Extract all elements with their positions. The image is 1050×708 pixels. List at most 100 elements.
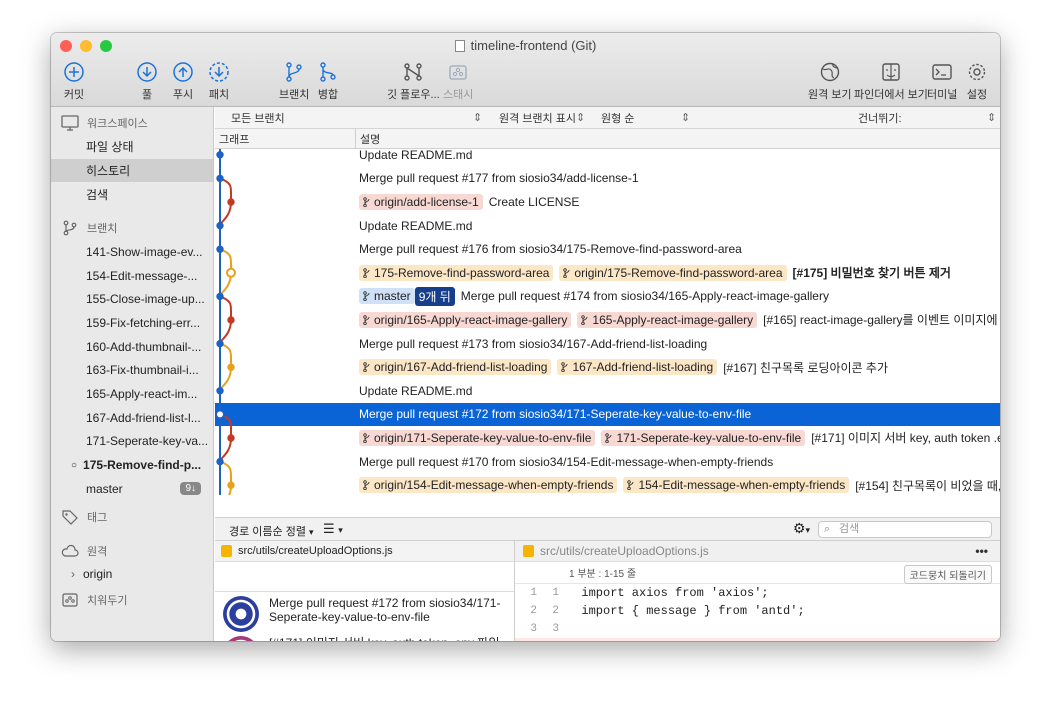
revert-hunk-button[interactable]: 코드뭉치 되돌리기 [903,565,992,584]
sidebar-item-branch[interactable]: 165-Apply-react-im... [51,382,213,406]
sidebar-item-branch[interactable]: 167-Add-friend-list-l... [51,406,213,430]
commit-message: Merge pull request #176 from siosio34/17… [359,242,742,257]
commit-list-item[interactable]: Merge pull request #172 from siosio34/17… [215,594,514,634]
stash-icon [62,593,78,607]
list-view-icon[interactable]: ☰ ▾ [323,521,343,537]
finder-view-button[interactable]: 파인더에서 보기 [854,61,928,102]
chevron-updown-icon: ⇕ [681,112,691,124]
gear-icon[interactable]: ⚙▾ [793,520,810,537]
commit-message: [#171] 이미지 서버 key, auth token .env 파일로 분… [269,636,506,641]
commit-node[interactable] [216,292,224,301]
changed-file-row[interactable]: src/utils/createUploadOptions.js [215,541,514,562]
monitor-icon [61,115,79,131]
diff-line[interactable]: 2 2 import { message } from 'antd'; [515,602,1000,620]
branch-label[interactable]: origin/165-Apply-react-image-gallery [359,311,572,328]
sidebar-item-branch[interactable]: ○ 175-Remove-find-p... [51,453,213,477]
fetch-icon [209,62,229,82]
commit-node[interactable] [216,245,224,253]
filter-bar: 모든 브랜치 ⇕ 원격 브랜치 표시 ⇕ 원형 순 ⇕ 건너뛰기: ⇕ [215,107,1000,129]
sidebar-item-branch[interactable]: 163-Fix-thumbnail-i... [51,359,213,383]
branch-label[interactable]: 175-Remove-find-password-area [359,264,554,281]
search-input[interactable]: ⌕ 검색 [818,521,992,538]
behind-count-badge: 9↓ [180,482,201,496]
commit-graph [215,149,236,495]
commit-node[interactable] [226,267,236,278]
commit-message: Merge pull request #172 from siosio34/17… [269,596,501,624]
branch-label[interactable]: origin/154-Edit-message-when-empty-frien… [359,477,618,494]
settings-button[interactable]: 설정 [966,61,988,102]
commit-message: Merge pull request #177 from siosio34/ad… [359,171,639,186]
sidebar-item-branch[interactable]: 141-Show-image-ev... [51,240,213,264]
branch-label[interactable]: origin/167-Add-friend-list-loading [359,359,552,376]
diff-line[interactable]: 1 1 import axios from 'axios'; [515,584,1000,602]
commit-node[interactable] [216,151,224,159]
commit-node[interactable] [227,434,235,442]
stashes-header[interactable]: 치워두기 [51,588,213,612]
line-number: 3 [552,623,559,635]
sidebar-item-history[interactable]: 히스토리 [51,158,213,183]
diff-line[interactable]: 33 [515,620,1000,638]
commit-node[interactable] [227,481,235,489]
branch-label[interactable]: 154-Edit-message-when-empty-friends [623,477,850,494]
sidebar-item-branch[interactable]: 159-Fix-fetching-err... [51,311,213,335]
commit-node[interactable] [216,339,224,348]
commit-node[interactable] [227,316,235,324]
hunk-header: 1 부분 : 1-15 줄 코드뭉치 되돌리기 [515,562,1000,584]
commit-node[interactable] [216,174,224,183]
branch-label[interactable]: master [359,288,415,305]
branch-label[interactable]: 165-Apply-react-image-gallery [577,311,758,328]
order-select[interactable]: 원형 순 [601,110,634,126]
commit-button[interactable]: 커밋 [63,61,85,102]
document-icon [454,40,465,52]
remotes-header[interactable]: 원격 [51,539,213,563]
diff-line[interactable]: 4- const imageServerUrl = 'https://api-i… [515,638,1000,641]
commit-node[interactable] [215,409,225,420]
commit-list-item[interactable]: [#171] 이미지 서버 key, auth token .env 파일로 분… [215,634,514,641]
sidebar-item-branch[interactable]: 171-Seperate-key-va... [51,430,213,454]
avatar [223,636,259,641]
sidebar-item-search[interactable]: 검색 [51,182,213,206]
finder-icon [882,63,900,81]
graph-column-header[interactable]: 그래프 [219,131,249,147]
branch-label[interactable]: origin/171-Seperate-key-value-to-env-fil… [359,429,596,446]
commit-node[interactable] [227,363,235,371]
commit-node[interactable] [216,457,224,466]
branch-button[interactable]: 브랜치 [279,61,309,102]
push-button[interactable]: 푸시 [172,61,194,102]
behind-count-badge[interactable]: 9개 뒤 [414,286,455,306]
sidebar-item-branch[interactable]: master 9↓ [51,477,213,501]
sidebar-item-branch[interactable]: 154-Edit-message-... [51,264,213,288]
branch-label[interactable]: 171-Seperate-key-value-to-env-file [601,429,806,446]
sidebar-item-origin[interactable]: › origin [51,563,213,587]
fetch-button[interactable]: 패치 [208,61,230,102]
commit-message: Update README.md [359,149,473,162]
gitflow-button[interactable]: 깃 플로우... [387,61,440,102]
sidebar-item-file-status[interactable]: 파일 상태 [51,135,213,159]
diff-code: import { message } from 'antd'; [567,604,805,618]
more-options-icon[interactable]: ••• [975,544,988,558]
commit-node[interactable] [216,221,224,230]
sort-select[interactable]: 경로 이름순 정렬 ▾ [229,523,314,539]
sidebar-item-branch[interactable]: 155-Close-image-up... [51,287,213,311]
tag-icon [62,510,78,525]
tags-header[interactable]: 태그 [51,505,213,529]
commit-node[interactable] [227,198,235,206]
commit-message: [#167] 친구목록 로딩아이콘 추가 [723,360,888,375]
stash-button[interactable]: 스태시 [443,61,473,102]
description-column-header[interactable]: 설명 [360,131,380,147]
branch-filter-select[interactable]: 모든 브랜치 [231,110,285,126]
commit-node[interactable] [216,387,224,395]
branch-label[interactable]: 167-Add-friend-list-loading [557,359,718,376]
remote-branch-select[interactable]: 원격 브랜치 표시 [499,110,576,126]
commit-list: Update README.md Merge pull request #177 … [215,149,1000,495]
pull-button[interactable]: 풀 [136,61,158,102]
merge-button[interactable]: 병합 [317,61,339,102]
sidebar-item-branch[interactable]: 160-Add-thumbnail-... [51,335,213,359]
branch-label[interactable]: origin/add-license-1 [359,193,483,210]
diff-code: import axios from 'axios'; [567,586,769,600]
terminal-button[interactable]: 터미널 [927,61,957,102]
branch-label[interactable]: origin/175-Remove-find-password-area [559,264,787,281]
branches-header[interactable]: 브랜치 [51,216,213,240]
branch-icon [286,62,302,82]
remote-view-button[interactable]: 원격 보기 [808,61,852,102]
